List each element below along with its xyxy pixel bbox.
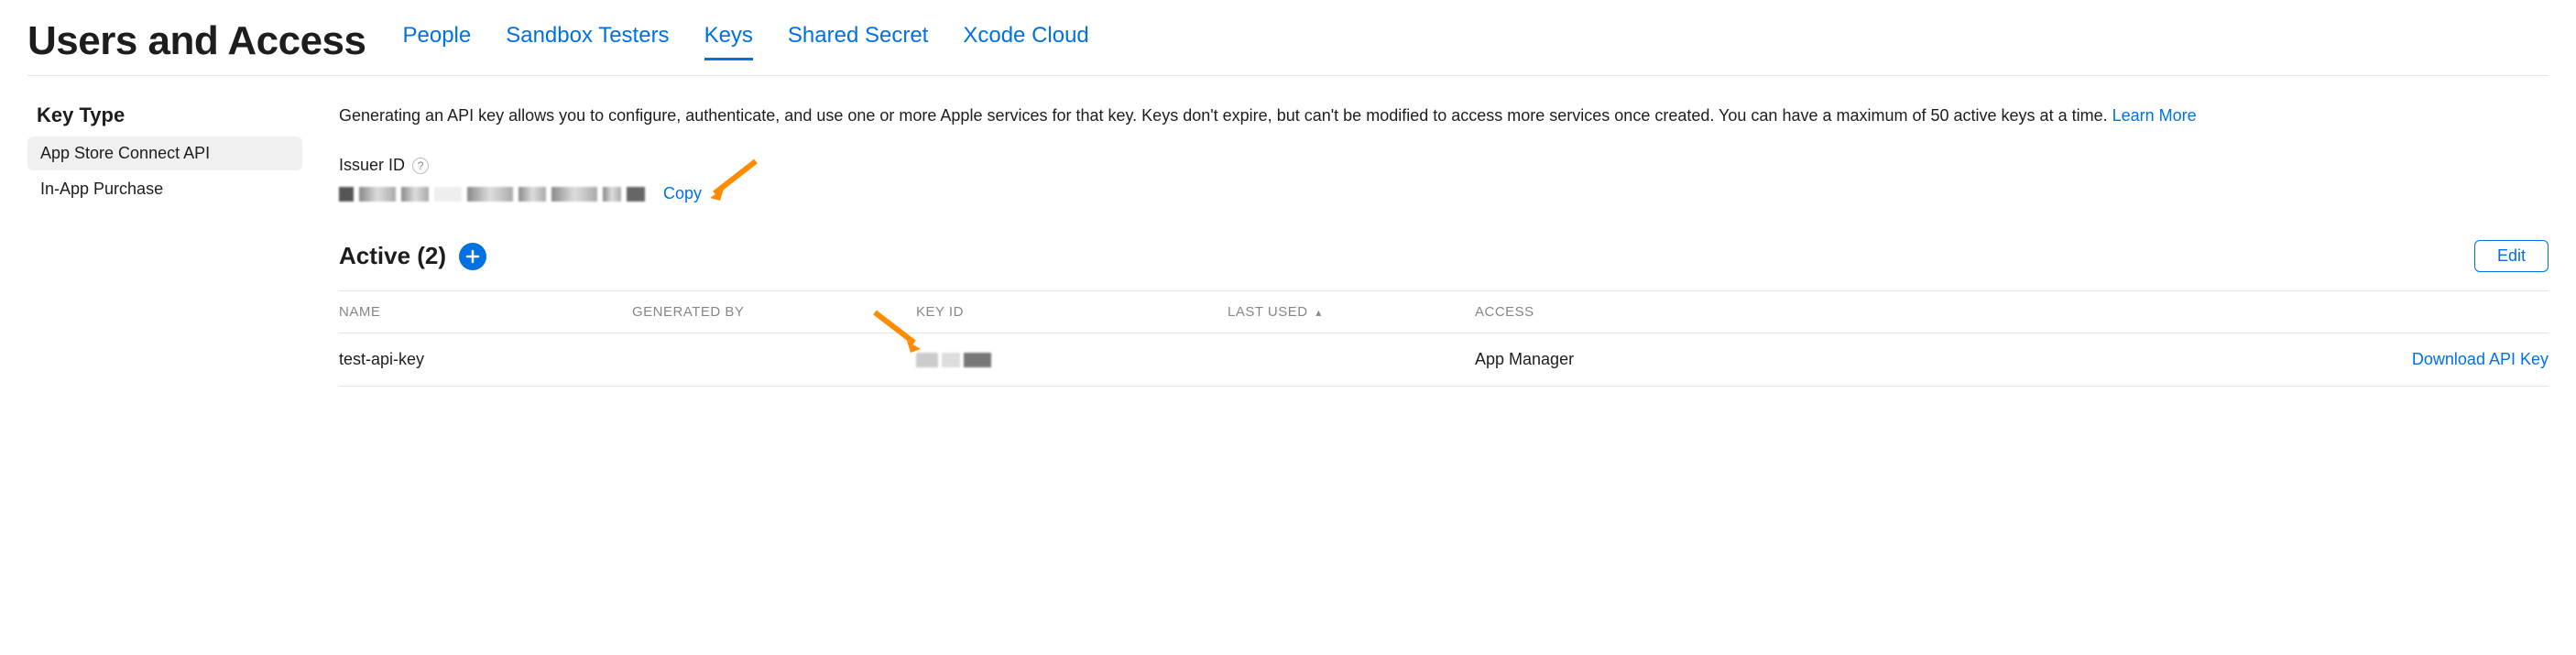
cell-action: Download API Key xyxy=(1640,350,2549,369)
table-row[interactable]: test-api-key App Manager Download API Ke… xyxy=(339,333,2549,387)
sidebar-item-in-app-purchase[interactable]: In-App Purchase xyxy=(27,172,302,206)
col-name[interactable]: NAME xyxy=(339,304,632,320)
copy-button[interactable]: Copy xyxy=(663,184,702,203)
issuer-id-value-row: Copy xyxy=(339,184,2549,203)
tab-keys[interactable]: Keys xyxy=(704,23,753,60)
page-title: Users and Access xyxy=(27,18,366,64)
plus-icon xyxy=(465,249,480,264)
key-id-value xyxy=(916,353,1228,367)
header: Users and Access People Sandbox Testers … xyxy=(27,18,2549,76)
col-action xyxy=(1640,304,2549,320)
sidebar-item-app-store-connect-api[interactable]: App Store Connect API xyxy=(27,136,302,170)
section-header-left: Active (2) xyxy=(339,242,486,270)
col-last-used-label: LAST USED xyxy=(1228,304,1308,320)
issuer-id-label-row: Issuer ID ? xyxy=(339,156,2549,175)
add-key-button[interactable] xyxy=(459,243,486,270)
description-text: Generating an API key allows you to conf… xyxy=(339,106,2112,125)
edit-button[interactable]: Edit xyxy=(2474,240,2549,272)
main: Generating an API key allows you to conf… xyxy=(339,104,2549,387)
learn-more-link[interactable]: Learn More xyxy=(2112,106,2197,125)
tab-people[interactable]: People xyxy=(402,23,471,60)
tab-xcode-cloud[interactable]: Xcode Cloud xyxy=(963,23,1088,60)
sort-asc-icon: ▴ xyxy=(1315,306,1322,319)
tabs: People Sandbox Testers Keys Shared Secre… xyxy=(402,23,1088,60)
col-key-id[interactable]: KEY ID xyxy=(916,304,1228,320)
sidebar: Key Type App Store Connect API In-App Pu… xyxy=(27,104,302,387)
issuer-id-value xyxy=(339,187,645,202)
issuer-id-label: Issuer ID xyxy=(339,156,405,175)
col-access[interactable]: ACCESS xyxy=(1475,304,1640,320)
keys-table: NAME GENERATED BY KEY ID LAST USED ▴ ACC… xyxy=(339,290,2549,387)
tab-sandbox-testers[interactable]: Sandbox Testers xyxy=(506,23,669,60)
tab-shared-secret[interactable]: Shared Secret xyxy=(788,23,928,60)
sidebar-title: Key Type xyxy=(27,104,302,127)
help-icon[interactable]: ? xyxy=(412,158,429,174)
cell-name: test-api-key xyxy=(339,350,632,369)
description: Generating an API key allows you to conf… xyxy=(339,104,2549,128)
download-api-key-link[interactable]: Download API Key xyxy=(2412,350,2549,368)
section-header: Active (2) Edit xyxy=(339,240,2549,272)
col-last-used[interactable]: LAST USED ▴ xyxy=(1228,304,1475,320)
content: Key Type App Store Connect API In-App Pu… xyxy=(27,104,2549,387)
col-generated-by[interactable]: GENERATED BY xyxy=(632,304,916,320)
cell-key-id xyxy=(916,353,1228,367)
table-header: NAME GENERATED BY KEY ID LAST USED ▴ ACC… xyxy=(339,290,2549,333)
section-title: Active (2) xyxy=(339,242,446,270)
issuer-id-section: Issuer ID ? Copy xyxy=(339,156,2549,203)
cell-access: App Manager xyxy=(1475,350,1640,369)
